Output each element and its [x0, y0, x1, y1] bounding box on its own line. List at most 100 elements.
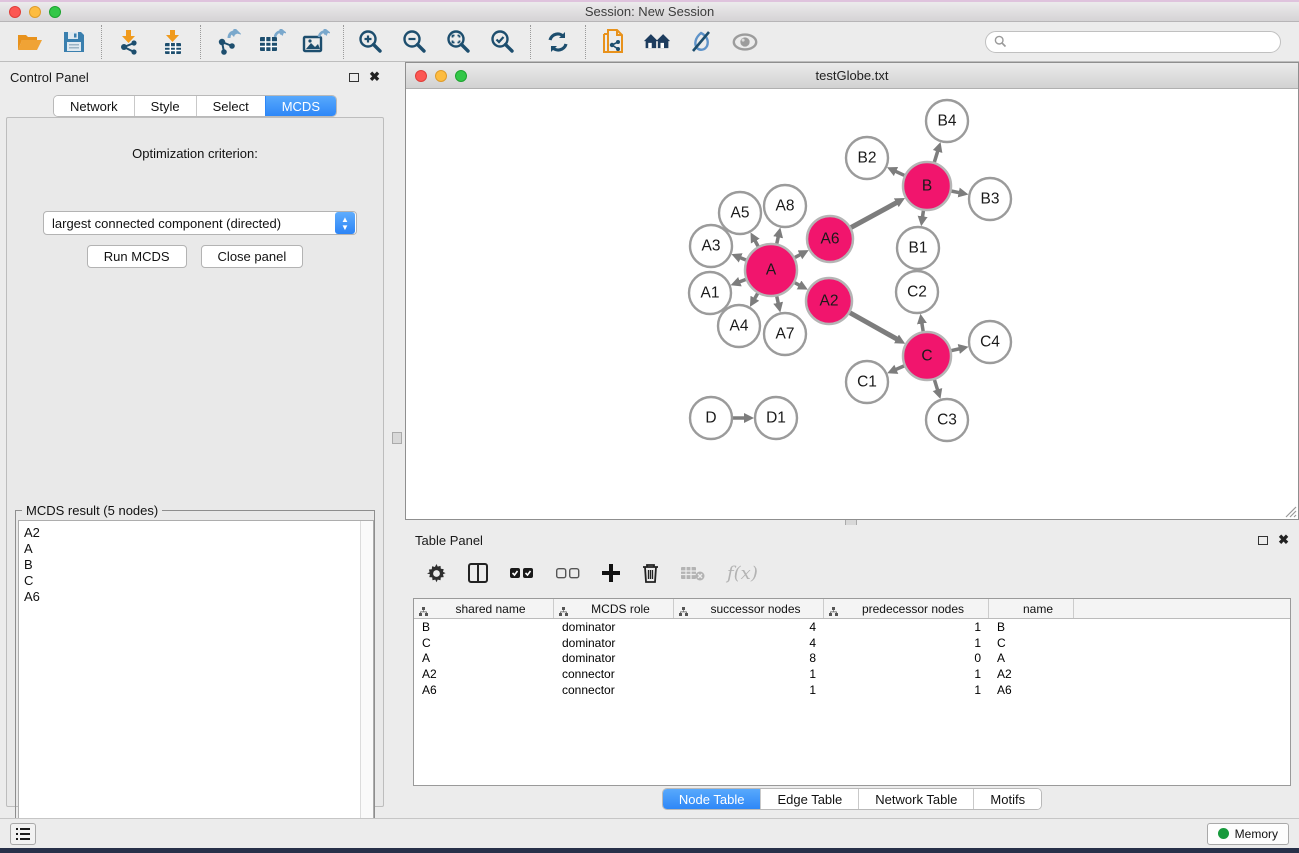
network-canvas[interactable]: AA1A2A3A4A5A6A7A8BB1B2B3B4CC1C2C3C4DD1 — [406, 89, 1298, 519]
table-cell[interactable]: connector — [554, 667, 674, 681]
table-cell[interactable]: A2 — [989, 667, 1074, 681]
select-all-columns-icon[interactable] — [510, 568, 534, 579]
column-header-name[interactable]: name — [989, 599, 1074, 618]
edge-C-C2[interactable] — [922, 322, 924, 333]
table-row[interactable]: Cdominator41C — [414, 635, 1290, 651]
open-file-icon[interactable] — [16, 28, 44, 56]
table-cell[interactable]: 4 — [674, 636, 824, 650]
table-cell[interactable]: 1 — [674, 683, 824, 697]
tab-motifs[interactable]: Motifs — [973, 789, 1041, 809]
table-row[interactable]: A6connector11A6 — [414, 682, 1290, 698]
edge-A-A4[interactable] — [754, 293, 758, 300]
edge-B-B4[interactable] — [934, 150, 938, 163]
table-cell[interactable]: A2 — [414, 667, 554, 681]
table-cell[interactable]: B — [414, 620, 554, 634]
tab-select[interactable]: Select — [196, 96, 265, 116]
close-panel-button[interactable]: Close panel — [201, 245, 304, 268]
table-cell[interactable]: C — [414, 636, 554, 650]
mcds-result-scrollbar[interactable] — [360, 521, 373, 848]
zoom-out-icon[interactable] — [401, 28, 429, 56]
table-cell[interactable]: 4 — [674, 620, 824, 634]
close-panel-icon[interactable]: ✖ — [369, 72, 380, 82]
tab-network-table[interactable]: Network Table — [858, 789, 973, 809]
edge-C-C1[interactable] — [895, 366, 905, 371]
edge-A6-B[interactable] — [850, 202, 898, 228]
refresh-layout-icon[interactable] — [544, 28, 572, 56]
column-header-successor-nodes[interactable]: successor nodes — [674, 599, 824, 618]
tab-node-table[interactable]: Node Table — [663, 789, 761, 809]
tab-edge-table[interactable]: Edge Table — [760, 789, 858, 809]
table-row[interactable]: Bdominator41B — [414, 619, 1290, 635]
mcds-result-item[interactable]: A6 — [24, 589, 373, 605]
vertical-splitter[interactable] — [390, 62, 405, 818]
edge-A-A3[interactable] — [739, 257, 747, 260]
task-history-button[interactable] — [10, 823, 36, 845]
edge-A-A5[interactable] — [754, 239, 758, 247]
vertical-splitter-handle[interactable] — [392, 432, 402, 444]
run-mcds-button[interactable]: Run MCDS — [87, 245, 187, 268]
add-column-icon[interactable] — [602, 564, 620, 582]
table-cell[interactable]: A6 — [989, 683, 1074, 697]
edge-B-B2[interactable] — [894, 171, 905, 176]
export-network-icon[interactable] — [214, 28, 242, 56]
table-cell[interactable]: 1 — [824, 620, 989, 634]
float-panel-icon[interactable] — [349, 73, 359, 82]
column-header-predecessor-nodes[interactable]: predecessor nodes — [824, 599, 989, 618]
mcds-result-item[interactable]: C — [24, 573, 373, 589]
tab-network[interactable]: Network — [54, 96, 134, 116]
open-session-share-icon[interactable] — [599, 28, 627, 56]
home-icon[interactable] — [643, 28, 671, 56]
zoom-in-icon[interactable] — [357, 28, 385, 56]
show-graphics-details-icon[interactable] — [731, 28, 759, 56]
export-table-icon[interactable] — [258, 28, 286, 56]
unselect-all-columns-icon[interactable] — [556, 568, 580, 579]
table-cell[interactable]: 1 — [824, 636, 989, 650]
edge-A2-C[interactable] — [849, 312, 898, 340]
import-table-icon[interactable] — [159, 28, 187, 56]
table-cell[interactable]: dominator — [554, 620, 674, 634]
mcds-result-item[interactable]: B — [24, 557, 373, 573]
table-cell[interactable]: A — [414, 651, 554, 665]
zoom-selected-icon[interactable] — [489, 28, 517, 56]
table-cell[interactable]: 1 — [824, 667, 989, 681]
edge-A-A6[interactable] — [794, 254, 802, 258]
edge-B-B3[interactable] — [951, 191, 961, 193]
mcds-result-item[interactable]: A2 — [24, 525, 373, 541]
table-cell[interactable]: 1 — [824, 683, 989, 697]
import-network-icon[interactable] — [115, 28, 143, 56]
memory-button[interactable]: Memory — [1207, 823, 1289, 845]
column-header-shared-name[interactable]: shared name — [414, 599, 554, 618]
table-row[interactable]: Adominator80A — [414, 651, 1290, 667]
column-header-mcds-role[interactable]: MCDS role — [554, 599, 674, 618]
table-cell[interactable]: 8 — [674, 651, 824, 665]
table-row[interactable]: A2connector11A2 — [414, 666, 1290, 682]
save-session-icon[interactable] — [60, 28, 88, 56]
table-cell[interactable]: A — [989, 651, 1074, 665]
edge-B-B1[interactable] — [922, 210, 923, 219]
table-cell[interactable]: 1 — [674, 667, 824, 681]
table-cell[interactable]: B — [989, 620, 1074, 634]
table-cell[interactable]: dominator — [554, 651, 674, 665]
search-box[interactable] — [985, 31, 1281, 53]
resize-grip-icon[interactable] — [1283, 504, 1297, 518]
table-cell[interactable]: connector — [554, 683, 674, 697]
criterion-select[interactable]: largest connected component (directed) ▲… — [43, 211, 357, 235]
tab-mcds[interactable]: MCDS — [265, 96, 336, 116]
edge-A-A7[interactable] — [777, 295, 779, 304]
edge-C-C4[interactable] — [950, 349, 960, 351]
edge-A-A8[interactable] — [777, 235, 779, 244]
table-cell[interactable]: 0 — [824, 651, 989, 665]
table-cell[interactable]: A6 — [414, 683, 554, 697]
export-image-icon[interactable] — [302, 28, 330, 56]
edge-A-A1[interactable] — [738, 279, 747, 282]
close-table-panel-icon[interactable]: ✖ — [1278, 535, 1289, 545]
network-graph[interactable]: AA1A2A3A4A5A6A7A8BB1B2B3B4CC1C2C3C4DD1 — [406, 89, 1298, 519]
vizmapper-hide-icon[interactable] — [687, 28, 715, 56]
table-cell[interactable]: C — [989, 636, 1074, 650]
table-settings-gear-icon[interactable] — [427, 564, 446, 583]
tab-style[interactable]: Style — [134, 96, 196, 116]
table-cell[interactable]: dominator — [554, 636, 674, 650]
column-panel-icon[interactable] — [468, 563, 488, 583]
float-table-panel-icon[interactable] — [1258, 536, 1268, 545]
search-input[interactable] — [1011, 35, 1272, 49]
